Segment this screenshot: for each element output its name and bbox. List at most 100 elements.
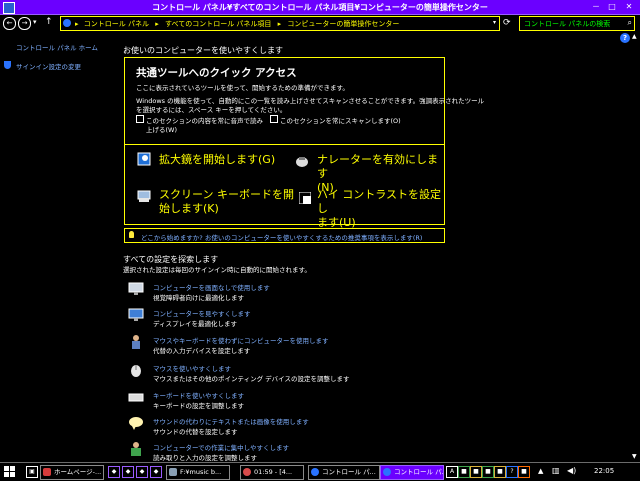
folder-icon: [169, 468, 177, 476]
setting-link[interactable]: マウスやキーボードを使わずにコンピューターを使用します: [153, 335, 329, 345]
monitor-off-icon: [128, 282, 144, 295]
taskbar-item-player[interactable]: 01:59 - [4...: [240, 465, 304, 480]
quick-launch-icon[interactable]: ▣: [26, 466, 38, 478]
start-button[interactable]: [3, 465, 17, 478]
maximize-button[interactable]: □: [604, 1, 620, 12]
breadcrumb-ease-of-access[interactable]: コンピューターの簡単操作センター: [287, 20, 399, 28]
list-item: マウスやキーボードを使わずにコンピューターを使用します 代替の入力デバイスを設定…: [128, 334, 448, 360]
display-icon: [128, 308, 144, 321]
explore-settings-subtitle: 選択された設定は毎回のサインイン時に自動的に開始されます。: [123, 266, 311, 274]
setting-description: キーボードの設定を調整します: [153, 402, 244, 410]
clock[interactable]: 22:05: [594, 467, 614, 475]
taskbar-item-browser[interactable]: ホームページ-...: [40, 465, 104, 480]
up-level-button[interactable]: ↑: [45, 17, 53, 27]
setting-link[interactable]: コンピューターでの作業に集中しやすくします: [153, 442, 289, 452]
control-panel-icon: [383, 468, 391, 476]
high-contrast-button[interactable]: ハイ コントラストを設定し ます(U): [317, 188, 444, 230]
high-contrast-icon: [299, 192, 311, 204]
always-scan-checkbox[interactable]: [270, 115, 278, 123]
read-aloud-label[interactable]: 上げる(W): [146, 124, 177, 134]
windows-logo-icon: [4, 466, 15, 477]
scrollbar[interactable]: [631, 33, 640, 463]
setting-description: マウスまたはその他のポインティング デバイスの設定を調整します: [153, 375, 350, 383]
speech-bubble-icon: [129, 417, 143, 430]
narrator-icon: [296, 157, 308, 167]
taskbar-label: F:¥music b...: [180, 468, 222, 476]
show-hidden-icons-icon[interactable]: ▲: [538, 467, 543, 475]
breadcrumb-control-panel[interactable]: コントロール パネル: [84, 20, 149, 28]
setting-link[interactable]: サウンドの代わりにテキストまたは画像を使用します: [153, 416, 309, 426]
person-input-icon: [132, 335, 140, 349]
app-icon[interactable]: ◆: [108, 466, 120, 478]
quick-access-title: 共通ツールへのクイック アクセス: [136, 67, 297, 79]
setting-link[interactable]: キーボードを使いやすくします: [153, 390, 244, 400]
app-icon[interactable]: ◆: [150, 466, 162, 478]
tray-icon[interactable]: ■: [482, 466, 494, 478]
on-screen-keyboard-label: 始します(K): [159, 202, 219, 215]
breadcrumb: ▸ コントロール パネル ▸ すべてのコントロール パネル項目 ▸ コンピュータ…: [75, 19, 399, 29]
list-item: コンピューターを画面なしで使用します 視覚障碍者向けに最適化します: [128, 281, 448, 307]
recommendation-link[interactable]: どこから始めますか? お使いのコンピューターを使いやすくするための推奨事項を表示…: [141, 232, 422, 242]
magnifier-icon: [137, 152, 151, 166]
setting-description: サウンドの代替を設定します: [153, 428, 238, 436]
app-icon[interactable]: ◆: [136, 466, 148, 478]
divider: [125, 144, 444, 145]
narrator-label: ナレーターを有効にします: [317, 153, 438, 180]
list-item: キーボードを使いやすくします キーボードの設定を調整します: [128, 389, 448, 415]
refresh-icon[interactable]: ⟳: [503, 18, 511, 28]
help-icon[interactable]: ?: [620, 33, 630, 43]
setting-link[interactable]: コンピューターを画面なしで使用します: [153, 282, 270, 292]
magnifier-button[interactable]: 拡大鏡を開始します(G): [159, 153, 275, 167]
list-item: マウスを使いやすくします マウスまたはその他のポインティング デバイスの設定を調…: [128, 362, 448, 388]
breadcrumb-all-items[interactable]: すべてのコントロール パネル項目: [165, 20, 271, 28]
browser-icon: [43, 468, 51, 476]
taskbar-label: コントロール パ...: [322, 468, 376, 476]
taskbar-item-control-panel[interactable]: コントロール パ...: [308, 465, 380, 480]
keyboard-icon: [128, 393, 144, 402]
page-title: お使いのコンピューターを使いやすくします: [123, 46, 283, 55]
taskbar-item-control-panel-active[interactable]: コントロール パ...: [380, 465, 444, 480]
chevron-down-icon[interactable]: ▾: [493, 19, 496, 26]
tray-icon[interactable]: ■: [518, 466, 530, 478]
tray-icon[interactable]: ■: [494, 466, 506, 478]
breadcrumb-separator[interactable]: ▸: [278, 20, 282, 28]
volume-icon[interactable]: ◀): [567, 466, 576, 475]
forward-button[interactable]: →: [18, 17, 31, 30]
control-panel-icon: [63, 19, 71, 27]
on-screen-keyboard-label: スクリーン キーボードを開: [159, 188, 294, 201]
tray-icon[interactable]: ■: [458, 466, 470, 478]
player-icon: [243, 468, 251, 476]
sidebar-item-signin[interactable]: サインイン設定の変更: [16, 61, 81, 71]
minimize-button[interactable]: －: [588, 1, 604, 12]
taskbar-label: ホームページ-...: [54, 468, 102, 476]
setting-description: 代替の入力デバイスを設定します: [153, 347, 251, 355]
always-scan-label[interactable]: このセクションを常にスキャンします(O): [280, 115, 401, 125]
breadcrumb-separator[interactable]: ▸: [155, 20, 159, 28]
recommendation-hint: どこから始めますか? お使いのコンピューターを使いやすくするための推奨事項を表示…: [124, 228, 445, 243]
scroll-up-icon[interactable]: ▲: [632, 33, 637, 40]
scroll-down-icon[interactable]: ▼: [632, 453, 637, 460]
quick-access-desc: ここに表示されているツールを使って、開始するための準備ができます。: [136, 84, 349, 92]
setting-description: 視覚障碍者向けに最適化します: [153, 294, 244, 302]
back-button[interactable]: ←: [3, 17, 16, 30]
on-screen-keyboard-icon: [137, 190, 151, 202]
setting-link[interactable]: マウスを使いやすくします: [153, 363, 231, 373]
navigation-bar: ← → ▾ ↑ ▸ コントロール パネル ▸ すべてのコントロール パネル項目 …: [0, 15, 640, 31]
setting-link[interactable]: コンピューターを見やすくします: [153, 308, 251, 318]
search-placeholder: コントロール パネルの検索: [524, 20, 611, 28]
address-bar[interactable]: ▸ コントロール パネル ▸ すべてのコントロール パネル項目 ▸ コンピュータ…: [60, 16, 500, 31]
list-item: コンピューターを見やすくします ディスプレイを最適化します: [128, 307, 448, 333]
search-icon[interactable]: ⌕: [628, 18, 632, 28]
tray-icon[interactable]: ■: [470, 466, 482, 478]
recent-pages-icon[interactable]: ▾: [33, 18, 37, 26]
search-input[interactable]: コントロール パネルの検索 ⌕: [519, 16, 635, 31]
help-tray-icon[interactable]: ?: [506, 466, 518, 478]
sidebar-item-home[interactable]: コントロール パネル ホーム: [16, 42, 98, 52]
ime-icon[interactable]: A: [446, 466, 458, 478]
network-icon[interactable]: ▥: [552, 466, 560, 475]
read-aloud-checkbox[interactable]: [136, 115, 144, 123]
close-button[interactable]: ✕: [621, 1, 637, 12]
taskbar-item-music[interactable]: F:¥music b...: [166, 465, 230, 480]
on-screen-keyboard-button[interactable]: スクリーン キーボードを開 始します(K): [159, 188, 294, 216]
app-icon[interactable]: ◆: [122, 466, 134, 478]
